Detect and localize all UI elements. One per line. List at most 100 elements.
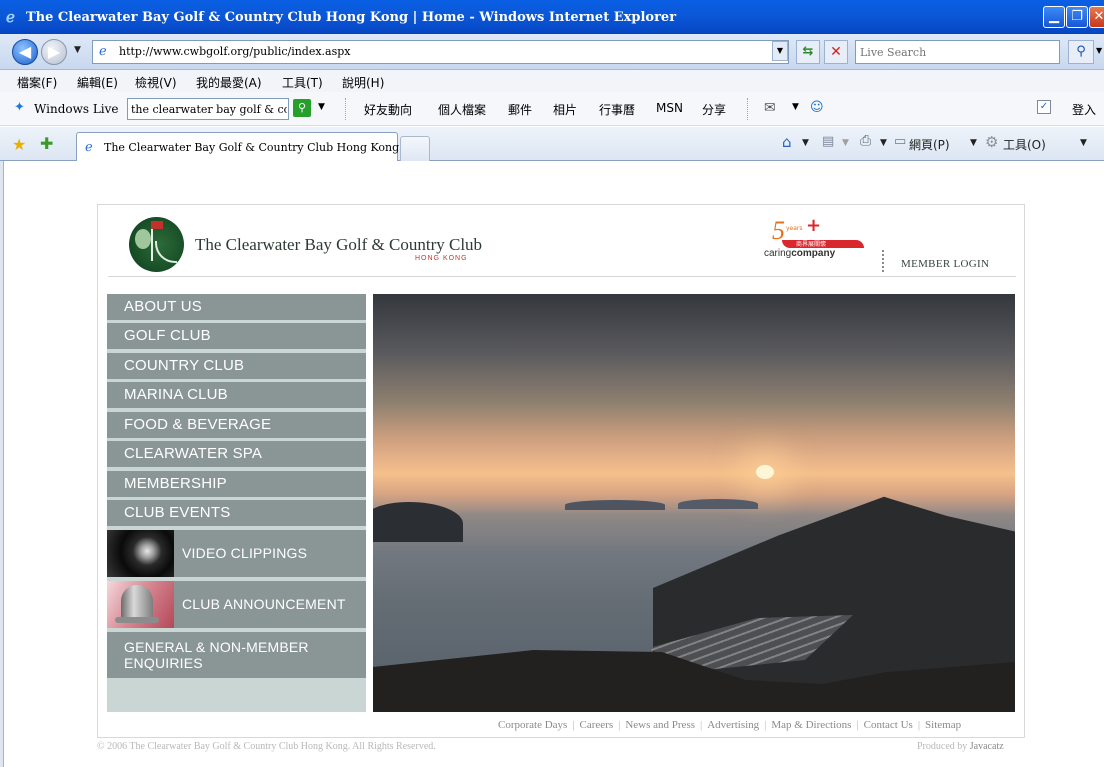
footer-link-contact-us[interactable]: Contact Us bbox=[864, 719, 913, 731]
link-profile[interactable]: 個人檔案 bbox=[438, 101, 486, 118]
feeds-icon[interactable]: ▤ bbox=[822, 134, 834, 149]
nav-marina-club[interactable]: MARINA CLUB bbox=[107, 382, 366, 408]
footer-link-advertising[interactable]: Advertising bbox=[707, 719, 759, 731]
refresh-icon[interactable]: ⇆ bbox=[796, 40, 820, 64]
nav-golf-club[interactable]: GOLF CLUB bbox=[107, 323, 366, 349]
link-photos[interactable]: 相片 bbox=[553, 101, 577, 118]
stop-icon[interactable]: ✕ bbox=[824, 40, 848, 64]
toolbar-separator bbox=[747, 98, 749, 120]
back-button[interactable]: ◀ bbox=[12, 39, 38, 65]
menu-help[interactable]: 說明(H) bbox=[342, 74, 384, 91]
print-dropdown[interactable]: ▼ bbox=[880, 138, 887, 148]
footer-link-corporate-days[interactable]: Corporate Days bbox=[498, 719, 567, 731]
windows-live-label[interactable]: Windows Live bbox=[34, 102, 119, 116]
search-icon[interactable]: ⚲ bbox=[1068, 40, 1094, 64]
window-title: The Clearwater Bay Golf & Country Club H… bbox=[26, 10, 677, 25]
nav-general-enquiries[interactable]: GENERAL & NON-MEMBER ENQUIRIES bbox=[107, 632, 366, 678]
live-search-input[interactable] bbox=[860, 42, 1050, 62]
page-menu-dropdown[interactable]: ▼ bbox=[970, 138, 977, 148]
windows-live-search-box[interactable] bbox=[127, 98, 289, 120]
messenger-icon[interactable]: ☺ bbox=[810, 100, 824, 115]
add-favorite-icon[interactable]: ✚ bbox=[40, 134, 53, 153]
page-menu[interactable]: 網頁(P) bbox=[909, 136, 950, 153]
signin-link[interactable]: 登入 bbox=[1072, 101, 1096, 118]
link-calendar[interactable]: 行事曆 bbox=[599, 101, 635, 118]
page-menu-icon[interactable]: ▭ bbox=[894, 134, 906, 149]
video-camera-icon bbox=[107, 530, 174, 577]
home-icon[interactable]: ⌂ bbox=[782, 133, 792, 151]
address-url[interactable]: http://www.cwbgolf.org/public/index.aspx bbox=[119, 45, 351, 58]
link-mail[interactable]: 郵件 bbox=[508, 101, 532, 118]
maximize-button[interactable]: ❐ bbox=[1066, 6, 1088, 28]
address-toolbar: ◀ ▶ ▼ ℯ http://www.cwbgolf.org/public/in… bbox=[0, 34, 1104, 70]
window-titlebar: ℯ The Clearwater Bay Golf & Country Club… bbox=[0, 0, 1104, 34]
link-friends[interactable]: 好友動向 bbox=[364, 101, 412, 118]
tools-menu-dropdown[interactable]: ▼ bbox=[1080, 138, 1087, 148]
tab-page-icon: ℯ bbox=[85, 140, 93, 155]
close-button[interactable]: ✕ bbox=[1089, 6, 1104, 28]
nav-video-clippings[interactable]: VIDEO CLIPPINGS bbox=[107, 530, 366, 577]
favorites-star-icon[interactable]: ★ bbox=[12, 135, 26, 154]
menu-bar: 檔案(F) 編輯(E) 檢視(V) 我的最愛(A) 工具(T) 說明(H) bbox=[0, 70, 1104, 92]
minimize-button[interactable]: ▁ bbox=[1043, 6, 1065, 28]
nav-video-clippings-label: VIDEO CLIPPINGS bbox=[182, 545, 308, 561]
menu-view[interactable]: 檢視(V) bbox=[135, 74, 177, 91]
live-search-box[interactable] bbox=[855, 40, 1060, 64]
header-divider bbox=[882, 250, 884, 272]
footer-link-news-press[interactable]: News and Press bbox=[625, 719, 695, 731]
header-rule bbox=[108, 276, 1016, 277]
mail-dropdown[interactable]: ▼ bbox=[792, 102, 799, 112]
nav-clearwater-spa[interactable]: CLEARWATER SPA bbox=[107, 441, 366, 467]
address-dropdown[interactable]: ▼ bbox=[772, 41, 788, 61]
home-dropdown[interactable]: ▼ bbox=[802, 138, 809, 148]
link-share[interactable]: 分享 bbox=[702, 101, 726, 118]
menu-edit[interactable]: 編輯(E) bbox=[77, 74, 118, 91]
footer-link-map-directions[interactable]: Map & Directions bbox=[771, 719, 851, 731]
windows-live-search-input[interactable] bbox=[131, 100, 287, 118]
signin-icon[interactable]: ✓ bbox=[1037, 100, 1051, 114]
new-tab-button[interactable] bbox=[400, 136, 430, 161]
link-msn[interactable]: MSN bbox=[656, 101, 683, 115]
club-name[interactable]: The Clearwater Bay Golf & Country Club bbox=[195, 235, 482, 255]
search-options-dropdown[interactable]: ▼ bbox=[1096, 46, 1102, 55]
recent-pages-dropdown[interactable]: ▼ bbox=[74, 45, 81, 55]
nav-club-announcement[interactable]: CLUB ANNOUNCEMENT bbox=[107, 581, 366, 628]
nav-membership[interactable]: MEMBERSHIP bbox=[107, 471, 366, 497]
club-logo-icon[interactable] bbox=[129, 217, 184, 272]
member-login-link[interactable]: MEMBER LOGIN bbox=[901, 258, 989, 270]
mail-icon[interactable]: ✉ bbox=[764, 100, 776, 116]
nav-food-beverage[interactable]: FOOD & BEVERAGE bbox=[107, 412, 366, 438]
footer-link-sitemap[interactable]: Sitemap bbox=[925, 719, 961, 731]
hero-photo-sunset-marina bbox=[373, 294, 1015, 712]
windows-live-icon: ✦ bbox=[14, 100, 25, 115]
print-icon[interactable]: ⎙ bbox=[860, 133, 871, 149]
windows-live-search-icon[interactable]: ⚲ bbox=[293, 99, 311, 117]
toolbar-separator bbox=[345, 98, 347, 120]
gear-icon[interactable]: ⚙ bbox=[985, 133, 998, 151]
producer-link[interactable]: Javacatz bbox=[970, 741, 1004, 752]
nav-club-events[interactable]: CLUB EVENTS bbox=[107, 500, 366, 526]
address-field[interactable]: ℯ http://www.cwbgolf.org/public/index.as… bbox=[92, 40, 789, 64]
nav-about-us[interactable]: ABOUT US bbox=[107, 294, 366, 320]
tools-menu[interactable]: 工具(O) bbox=[1003, 136, 1046, 153]
tab-active[interactable]: ℯ The Clearwater Bay Golf & Country Club… bbox=[76, 132, 417, 161]
menu-favorites[interactable]: 我的最愛(A) bbox=[196, 74, 262, 91]
windows-live-toolbar: ✦ Windows Live ⚲ ▼ 好友動向 個人檔案 郵件 相片 行事曆 M… bbox=[0, 92, 1104, 126]
site-container: The Clearwater Bay Golf & Country Club H… bbox=[97, 204, 1025, 738]
bell-icon bbox=[107, 581, 174, 628]
page-icon: ℯ bbox=[99, 44, 107, 59]
club-subtitle: HONG KONG bbox=[415, 255, 468, 262]
menu-tools[interactable]: 工具(T) bbox=[282, 74, 323, 91]
ie-logo-icon: ℯ bbox=[6, 8, 15, 26]
nav-country-club[interactable]: COUNTRY CLUB bbox=[107, 353, 366, 379]
forward-button[interactable]: ▶ bbox=[41, 39, 67, 65]
nav-club-announcement-label: CLUB ANNOUNCEMENT bbox=[182, 596, 346, 612]
feeds-dropdown[interactable]: ▼ bbox=[842, 138, 849, 148]
copyright-notice: © 2006 The Clearwater Bay Golf & Country… bbox=[97, 741, 436, 752]
tab-label: The Clearwater Bay Golf & Country Club H… bbox=[104, 141, 417, 154]
windows-live-search-dropdown[interactable]: ▼ bbox=[318, 102, 325, 112]
caring-company-logo: 5 years + 商界展關懷 caringcompany bbox=[760, 215, 870, 270]
footer-link-careers[interactable]: Careers bbox=[580, 719, 614, 731]
menu-file[interactable]: 檔案(F) bbox=[17, 74, 57, 91]
footer-links: Corporate Days | Careers | News and Press | Ad… bbox=[498, 719, 962, 731]
